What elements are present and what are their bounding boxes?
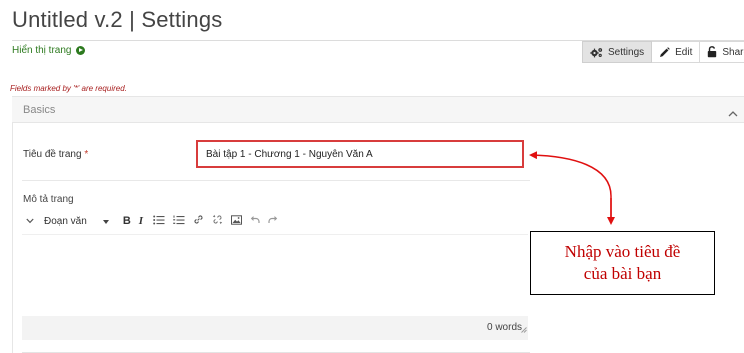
view-page-link[interactable]: Hiển thị trang [12, 45, 86, 56]
view-page-label: Hiển thị trang [12, 45, 72, 56]
mode-tabs: Settings Edit Share [582, 41, 744, 63]
editor-toolbar: Đoạn văn B I [22, 209, 528, 233]
callout-text-line2: của bài bạn [583, 264, 662, 283]
word-count: 0 words [486, 322, 522, 333]
bullet-list-icon [153, 215, 165, 228]
form-border [12, 123, 13, 353]
arrow-right-circle-icon [76, 46, 86, 55]
unlink-button[interactable] [212, 211, 223, 231]
unlink-icon [212, 214, 223, 228]
undo-icon [250, 215, 260, 227]
unlock-icon [707, 46, 717, 58]
editor-statusbar: 0 words [22, 316, 528, 340]
redo-icon [268, 215, 278, 227]
description-editor[interactable] [22, 234, 528, 316]
bold-button[interactable]: B [123, 211, 131, 231]
redo-button[interactable] [268, 211, 278, 231]
italic-button[interactable]: I [139, 211, 143, 231]
collapse-toolbar-button[interactable] [26, 211, 34, 231]
callout-text-line1: Nhập vào tiêu đề [564, 242, 681, 261]
image-icon [231, 214, 243, 228]
page-description-label: Mô tả trang [23, 194, 74, 205]
required-mark: * [84, 149, 89, 160]
gears-icon [590, 47, 603, 58]
basics-section-header[interactable]: Basics [12, 96, 744, 123]
tab-edit-label: Edit [675, 46, 693, 58]
italic-icon: I [138, 215, 144, 227]
callout-arrow-to-input [529, 151, 612, 218]
page-title-input[interactable] [196, 140, 524, 168]
numbered-list-button[interactable] [173, 211, 185, 231]
page-title-label-text: Tiêu đề trang [23, 149, 82, 160]
caret-down-icon [102, 216, 109, 227]
tab-share-label: Share [722, 46, 744, 58]
undo-button[interactable] [250, 211, 260, 231]
tab-share[interactable]: Share [700, 41, 744, 63]
chevron-down-icon [26, 216, 34, 227]
link-icon [193, 214, 204, 228]
bullet-list-button[interactable] [153, 211, 165, 231]
format-select-value: Đoạn văn [44, 215, 87, 227]
required-fields-note: Fields marked by '*' are required. [10, 84, 127, 93]
page-title-field-label: Tiêu đề trang * [23, 149, 88, 160]
field-divider [22, 180, 530, 181]
resize-handle-icon[interactable] [521, 320, 527, 338]
format-select[interactable]: Đoạn văn [44, 211, 109, 231]
page-title: Untitled v.2 | Settings [12, 7, 223, 32]
tab-settings-label: Settings [608, 46, 645, 58]
tab-settings[interactable]: Settings [582, 41, 653, 63]
link-button[interactable] [193, 211, 204, 231]
bold-icon: B [122, 215, 131, 227]
numbered-list-icon [173, 215, 185, 228]
chevron-up-icon[interactable] [728, 105, 738, 123]
basics-section-label: Basics [23, 104, 56, 116]
tab-edit[interactable]: Edit [652, 41, 701, 63]
annotation-callout: Nhập vào tiêu đề của bài bạn [530, 231, 715, 295]
pencil-icon [659, 46, 670, 58]
insert-image-button[interactable] [231, 211, 243, 231]
